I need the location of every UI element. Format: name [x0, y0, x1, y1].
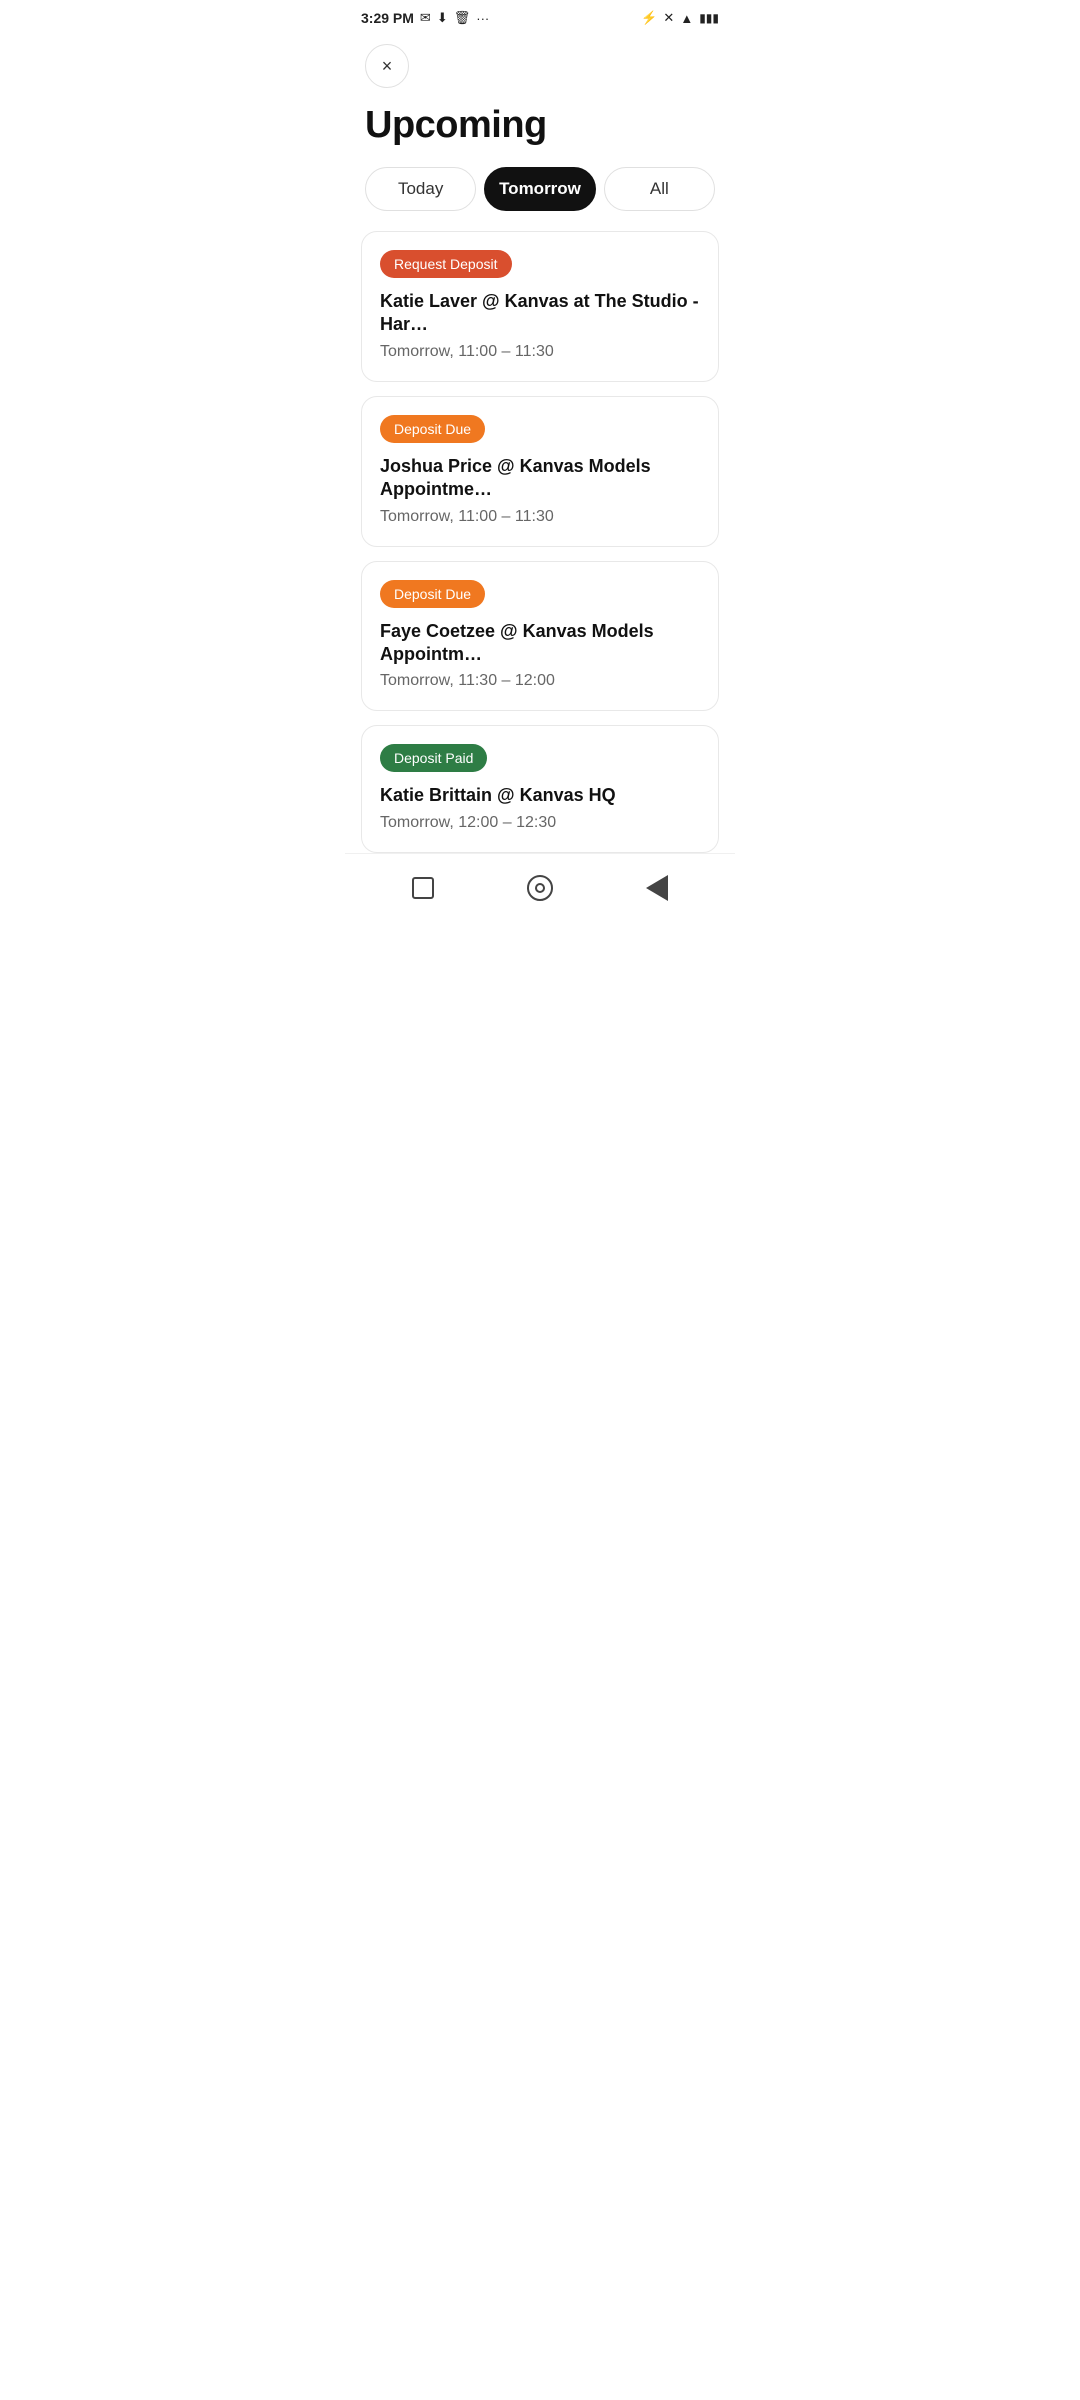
more-icon: ··· [476, 11, 489, 26]
card-2[interactable]: Deposit Due Joshua Price @ Kanvas Models… [361, 396, 719, 547]
mail-icon: ✉ [420, 10, 431, 26]
download-icon: ⬇ [437, 10, 448, 26]
card-time-2: Tomorrow, 11:00 – 11:30 [380, 508, 700, 526]
square-icon [412, 877, 434, 899]
card-title-1: Katie Laver @ Kanvas at The Studio - Har… [380, 290, 700, 337]
card-1[interactable]: Request Deposit Katie Laver @ Kanvas at … [361, 231, 719, 382]
x-icon: ✕ [663, 10, 674, 26]
back-icon [646, 875, 668, 901]
battery-icon: ▮▮▮ [699, 11, 719, 25]
card-time-3: Tomorrow, 11:30 – 12:00 [380, 672, 700, 690]
badge-request-deposit-1: Request Deposit [380, 250, 512, 278]
tab-bar: Today Tomorrow All [345, 167, 735, 211]
trash-icon: 🗑 [454, 10, 471, 26]
badge-deposit-due-3: Deposit Due [380, 580, 485, 608]
card-title-4: Katie Brittain @ Kanvas HQ [380, 784, 700, 807]
bottom-nav [345, 853, 735, 930]
card-4[interactable]: Deposit Paid Katie Brittain @ Kanvas HQ … [361, 725, 719, 852]
cards-container: Request Deposit Katie Laver @ Kanvas at … [345, 231, 735, 853]
circle-inner-icon [535, 883, 545, 893]
badge-deposit-due-2: Deposit Due [380, 415, 485, 443]
card-title-2: Joshua Price @ Kanvas Models Appointme… [380, 455, 700, 502]
wifi-icon: ▲ [680, 11, 693, 26]
card-title-3: Faye Coetzee @ Kanvas Models Appointm… [380, 620, 700, 667]
card-time-1: Tomorrow, 11:00 – 11:30 [380, 343, 700, 361]
page-title: Upcoming [345, 96, 735, 167]
status-right: ⚡ ✕ ▲ ▮▮▮ [641, 10, 719, 26]
tab-today[interactable]: Today [365, 167, 476, 211]
nav-home-button[interactable] [405, 870, 441, 906]
card-3[interactable]: Deposit Due Faye Coetzee @ Kanvas Models… [361, 561, 719, 712]
status-time: 3:29 PM [361, 10, 414, 26]
bluetooth-icon: ⚡ [641, 10, 657, 26]
tab-all[interactable]: All [604, 167, 715, 211]
status-left: 3:29 PM ✉ ⬇ 🗑 ··· [361, 10, 489, 26]
nav-back-button[interactable] [639, 870, 675, 906]
circle-icon [527, 875, 553, 901]
card-time-4: Tomorrow, 12:00 – 12:30 [380, 814, 700, 832]
status-bar: 3:29 PM ✉ ⬇ 🗑 ··· ⚡ ✕ ▲ ▮▮▮ [345, 0, 735, 32]
close-area: × [345, 32, 735, 96]
badge-deposit-paid-4: Deposit Paid [380, 744, 487, 772]
close-button[interactable]: × [365, 44, 409, 88]
tab-tomorrow[interactable]: Tomorrow [484, 167, 595, 211]
nav-recents-button[interactable] [522, 870, 558, 906]
